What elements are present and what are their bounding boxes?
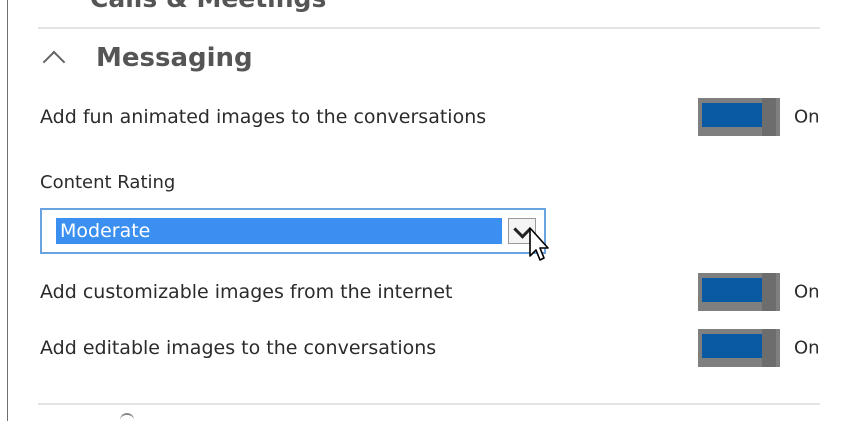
toggle-state-text: On [794,106,820,128]
toggle-knob [762,98,776,136]
animated-images-toggle[interactable] [698,98,780,136]
section-title-calls-meetings: Calls & Meetings [90,0,326,11]
toggle-knob [762,273,776,311]
next-section-icon-partial [120,413,134,423]
toggle-state-text: On [794,337,820,359]
setting-row-animated-images: Add fun animated images to the conversat… [40,98,820,136]
chevron-up-icon[interactable] [42,50,66,74]
section-divider [38,27,820,29]
setting-row-editable-images: Add editable images to the conversations… [40,329,820,367]
toggle-on-fill [702,103,762,127]
mouse-cursor-icon [529,227,549,261]
editable-images-toggle[interactable] [698,329,780,367]
setting-label: Add fun animated images to the conversat… [40,106,487,128]
section-divider [38,403,820,405]
toggle-on-fill [702,278,762,302]
toggle-on-fill [702,334,762,358]
section-title-messaging: Messaging [96,43,253,73]
messaging-section-header[interactable]: Messaging [40,40,253,76]
window-left-border [7,0,8,421]
setting-label: Add customizable images from the interne… [40,281,453,303]
customizable-images-toggle[interactable] [698,273,780,311]
content-rating-label: Content Rating [40,172,176,193]
toggle-state-text: On [794,281,820,303]
content-rating-selected-value: Moderate [56,218,502,244]
content-rating-select[interactable]: Moderate [40,208,546,254]
setting-row-customizable-images: Add customizable images from the interne… [40,273,820,311]
toggle-knob [762,329,776,367]
setting-label: Add editable images to the conversations [40,337,437,359]
